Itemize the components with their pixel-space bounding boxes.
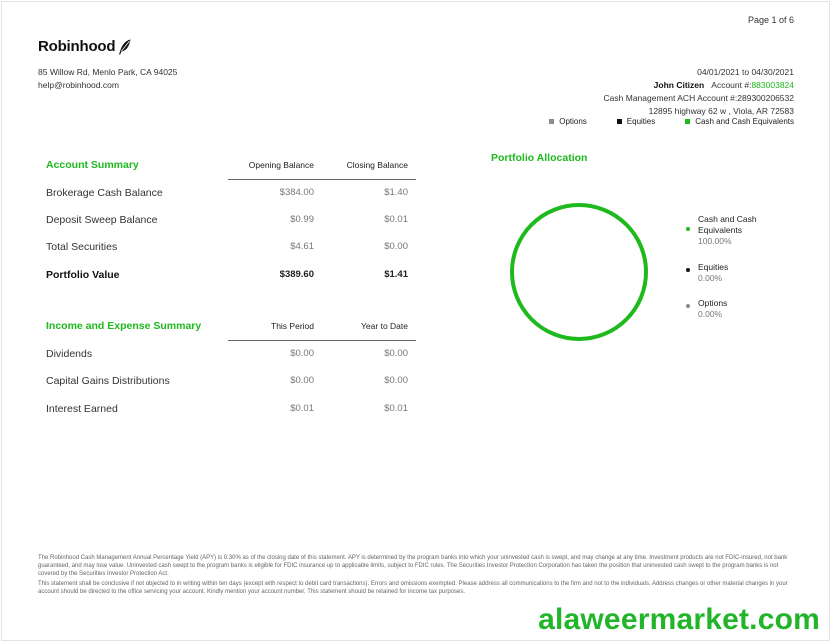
closing-value: $1.41 [384,269,408,280]
item-label: Equities [698,262,729,272]
row-label: Deposit Sweep Balance [46,214,158,226]
year-to-date-header: Year to Date [361,321,408,331]
disclosure-paragraph-2: This statement shall be conclusive if no… [38,581,788,595]
item-label-line2: Equivalents [698,225,742,235]
ytd-value: $0.01 [384,403,408,414]
page-number: Page 1 of 6 [747,15,794,25]
legend-equities-label: Equities [626,117,656,126]
row-label: Capital Gains Distributions [46,375,170,387]
legend-options: Options [549,117,587,126]
feather-icon [119,39,131,54]
cash-dot [686,227,690,231]
cma-account-line: Cash Management ACH Account #:2893002065… [604,92,794,105]
legend-cash: Cash and Cash Equivalents [685,117,794,126]
income-summary-divider [228,340,416,341]
company-email[interactable]: help@robinhood.com [38,79,177,92]
closing-value: $0.00 [384,241,408,252]
allocation-item-options: Options 0.00% [698,298,727,320]
row-label: Portfolio Value [46,269,120,281]
options-dot [686,304,690,308]
opening-value: $4.61 [290,241,314,252]
closing-balance-header: Closing Balance [346,160,408,170]
account-number: 883003824 [751,80,794,90]
customer-account-line: John Citizen Account #:883003824 [604,79,794,92]
row-label: Brokerage Cash Balance [46,187,163,199]
cma-number: 289300206532 [737,93,794,103]
account-info-block: 04/01/2021 to 04/30/2021 John Citizen Ac… [604,66,794,118]
allocation-legend: Options Equities Cash and Cash Equivalen… [549,117,794,126]
account-label: Account #: [711,80,752,90]
equities-dot [686,268,690,272]
ytd-value: $0.00 [384,375,408,386]
account-summary-divider [228,179,416,180]
allocation-item-cash: Cash and Cash Equivalents 100.00% [698,214,757,247]
disclosure-paragraph-1: The Robinhood Cash Management Annual Per… [38,555,788,577]
statement-period: 04/01/2021 to 04/30/2021 [697,67,794,77]
closing-value: $1.40 [384,187,408,198]
allocation-donut-chart [510,203,648,341]
legend-equities: Equities [616,117,656,126]
account-summary-title: Account Summary [46,159,139,171]
cash-ring-segment [510,203,648,341]
robinhood-logo: Robinhood [38,38,132,55]
equities-swatch [616,119,622,124]
item-percent: 0.00% [698,273,723,283]
item-percent: 0.00% [698,309,723,319]
ytd-value: $0.00 [384,348,408,359]
legend-options-label: Options [559,117,587,126]
row-label: Interest Earned [46,403,118,415]
closing-value: $0.01 [384,214,408,225]
portfolio-allocation-title: Portfolio Allocation [491,152,588,164]
legend-cash-label: Cash and Cash Equivalents [695,117,794,126]
row-label: Dividends [46,348,93,360]
brand-name: Robinhood [38,38,116,55]
row-label: Total Securities [46,241,118,253]
opening-balance-header: Opening Balance [248,160,314,170]
company-address-block: 85 Willow Rd, Menlo Park, CA 94025 help@… [38,66,177,92]
cma-label: Cash Management ACH Account #: [603,93,738,103]
this-period-header: This Period [271,321,314,331]
item-percent: 100.00% [698,236,732,246]
options-swatch [549,119,555,124]
customer-name: John Citizen [653,80,705,90]
item-label: Options [698,298,728,308]
period-value: $0.01 [290,403,314,414]
allocation-item-equities: Equities 0.00% [698,262,728,284]
period-value: $0.00 [290,375,314,386]
watermark: alaweermarket.com [538,603,820,636]
opening-value: $384.00 [279,187,314,198]
income-summary-title: Income and Expense Summary [46,320,202,332]
company-address: 85 Willow Rd, Menlo Park, CA 94025 [38,67,178,77]
item-label: Cash and Cash [698,214,757,224]
cash-swatch [685,119,691,124]
period-value: $0.00 [290,348,314,359]
opening-value: $0.99 [290,214,314,225]
opening-value: $389.60 [279,269,314,280]
